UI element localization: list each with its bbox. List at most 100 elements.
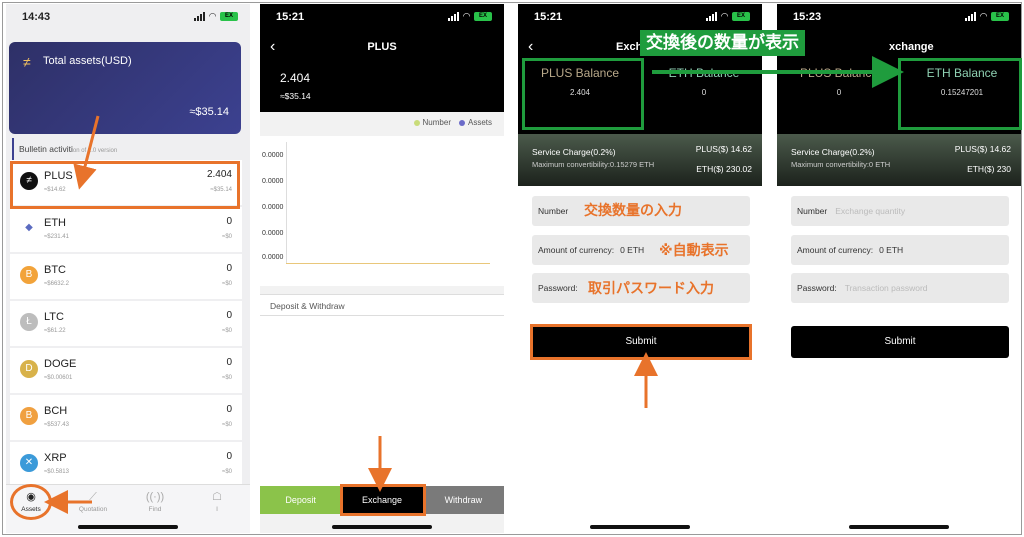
total-assets-card[interactable]: ≠ Total assets(USD) ≈$35.14: [9, 42, 241, 134]
coin-quantity: 0: [226, 216, 232, 227]
annotation-password: 取引パスワード入力: [588, 280, 714, 296]
status-time: 15:23: [793, 11, 822, 23]
deposit-withdraw-list: [260, 316, 504, 486]
plus-balance: PLUS Balance 0: [799, 66, 879, 97]
chart-series-line: [286, 263, 490, 264]
plus-row-highlight: [10, 161, 240, 209]
status-time: 15:21: [276, 11, 305, 23]
signal-icon: [194, 12, 206, 21]
coin-value: ≈$0: [222, 375, 232, 381]
btc-coin-icon: B: [20, 266, 38, 284]
chart-y-axis: [286, 142, 287, 264]
wifi-icon: ◠: [209, 11, 216, 21]
signal-icon: [706, 12, 718, 21]
exchange-button-highlight: [340, 484, 426, 516]
coin-row-bch[interactable]: B BCH ≈$537.43 0 ≈$0: [10, 395, 242, 440]
detail-header: 15:21 ◠ EX ‹ PLUS 2.404 ≈$35.14: [260, 4, 504, 112]
back-chevron-icon[interactable]: ‹: [528, 38, 533, 56]
bulletin-bar[interactable]: Bulletin activition of 2.0 version: [12, 138, 242, 160]
coin-quantity: 0: [226, 357, 232, 368]
coin-name: BCH: [44, 405, 68, 417]
coin-row-ltc[interactable]: Ł LTC ≈$61.22 0 ≈$0: [10, 301, 242, 346]
status-bar: 15:23 ◠ EX: [777, 4, 1021, 30]
home-indicator: [332, 525, 432, 529]
coin-row-eth[interactable]: ◆ ETH ≈$231.41 0 ≈$0: [10, 207, 242, 252]
service-charge-bar: Service Charge(0.2%) Maximum convertibil…: [777, 134, 1021, 186]
battery-icon: EX: [220, 12, 238, 21]
coin-price: ≈$6632.2: [44, 281, 69, 287]
coin-balance: 2.404: [280, 71, 311, 85]
find-icon: ((·)): [145, 491, 165, 503]
doge-coin-icon: D: [20, 360, 38, 378]
home-indicator: [849, 525, 949, 529]
signal-icon: [965, 12, 977, 21]
tab-find[interactable]: ((·)) Find: [130, 490, 180, 513]
coin-value: ≈$0: [222, 328, 232, 334]
amount-of-currency-field: Amount of currency: 0 ETH: [791, 235, 1009, 265]
deposit-button[interactable]: Deposit: [260, 486, 342, 514]
annotation-auto: ※自動表示: [659, 242, 729, 258]
coin-row-btc[interactable]: B BTC ≈$6632.2 0 ≈$0: [10, 254, 242, 299]
coin-usd-value: ≈$35.14: [280, 91, 311, 101]
wifi-icon: ◠: [980, 11, 987, 21]
plus-logo-icon: ≠: [23, 54, 31, 70]
coin-quantity: 0: [226, 404, 232, 415]
card-amount: ≈$35.14: [189, 106, 229, 118]
coin-quantity: 0: [226, 451, 232, 462]
page-title: xchange: [889, 41, 934, 53]
exchange-quantity-input[interactable]: Number Exchange quantity: [791, 196, 1009, 226]
signal-icon: [448, 12, 460, 21]
ltc-coin-icon: Ł: [20, 313, 38, 331]
coin-name: BTC: [44, 264, 66, 276]
coin-name: ETH: [44, 217, 66, 229]
eth-balance: ETH Balance 0: [668, 66, 740, 97]
tab-quotation[interactable]: ⟋ Quotation: [68, 490, 118, 513]
status-bar: 15:21 ◠ EX: [260, 4, 504, 30]
annotation-quantity: 交換数量の入力: [584, 202, 682, 218]
coin-price: ≈$537.43: [44, 422, 69, 428]
coin-value: ≈$0: [222, 469, 232, 475]
battery-icon: EX: [474, 12, 492, 21]
coin-value: ≈$0: [222, 234, 232, 240]
y-tick: 0.0000: [262, 204, 284, 211]
y-tick: 0.0000: [262, 230, 284, 237]
status-time: 15:21: [534, 11, 563, 23]
coin-value: ≈$0: [222, 281, 232, 287]
balance-chart: 0.0000 0.0000 0.0000 0.0000 0.0000: [260, 136, 504, 286]
coin-name: XRP: [44, 452, 67, 464]
plus-balance-highlight: [522, 58, 644, 130]
coin-row-xrp[interactable]: ✕ XRP ≈$0.5813 0 ≈$0: [10, 442, 242, 487]
coin-value: ≈$0: [222, 422, 232, 428]
annotation-result: 交換後の数量が表示: [640, 30, 805, 56]
status-bar: 15:21 ◠ EX: [518, 4, 762, 30]
chart-legend: Number Assets: [413, 118, 492, 127]
quotation-icon: ⟋: [89, 491, 97, 503]
assets-tab-highlight: [10, 484, 52, 520]
card-title: Total assets(USD): [43, 55, 132, 67]
y-tick: 0.0000: [262, 152, 284, 159]
coin-name: DOGE: [44, 358, 77, 370]
wifi-icon: ◠: [721, 11, 728, 21]
transaction-password-input[interactable]: Password: Transaction password: [791, 273, 1009, 303]
legend-assets-dot: [458, 119, 465, 126]
coin-price: ≈$0.5813: [44, 469, 69, 475]
home-indicator: [78, 525, 178, 529]
profile-icon: ☖: [212, 491, 222, 503]
bch-coin-icon: B: [20, 407, 38, 425]
coin-row-doge[interactable]: D DOGE ≈$0.00601 0 ≈$0: [10, 348, 242, 393]
coin-list: ≠ PLUS ≈$14.62 2.404 ≈$35.14 ◆ ETH ≈$231.41 0 ≈$0…: [10, 160, 242, 489]
xrp-coin-icon: ✕: [20, 454, 38, 472]
status-bar: 14:43 ◠ EX: [6, 4, 250, 30]
tab-profile[interactable]: ☖ I: [192, 490, 242, 513]
status-time: 14:43: [22, 11, 51, 23]
withdraw-button[interactable]: Withdraw: [422, 486, 504, 514]
coin-detail-screen: 15:21 ◠ EX ‹ PLUS 2.404 ≈$35.14 Number A…: [260, 4, 504, 533]
assets-screen: 14:43 ◠ EX ≠ Total assets(USD) ≈$35.14 B…: [6, 4, 250, 533]
submit-button[interactable]: Submit: [791, 326, 1009, 358]
service-charge-bar: Service Charge(0.2%) Maximum convertibil…: [518, 134, 762, 186]
submit-button-highlight: [530, 324, 752, 360]
battery-icon: EX: [732, 12, 750, 21]
eth-coin-icon: ◆: [20, 219, 38, 237]
coin-price: ≈$231.41: [44, 234, 69, 240]
y-tick: 0.0000: [262, 178, 284, 185]
